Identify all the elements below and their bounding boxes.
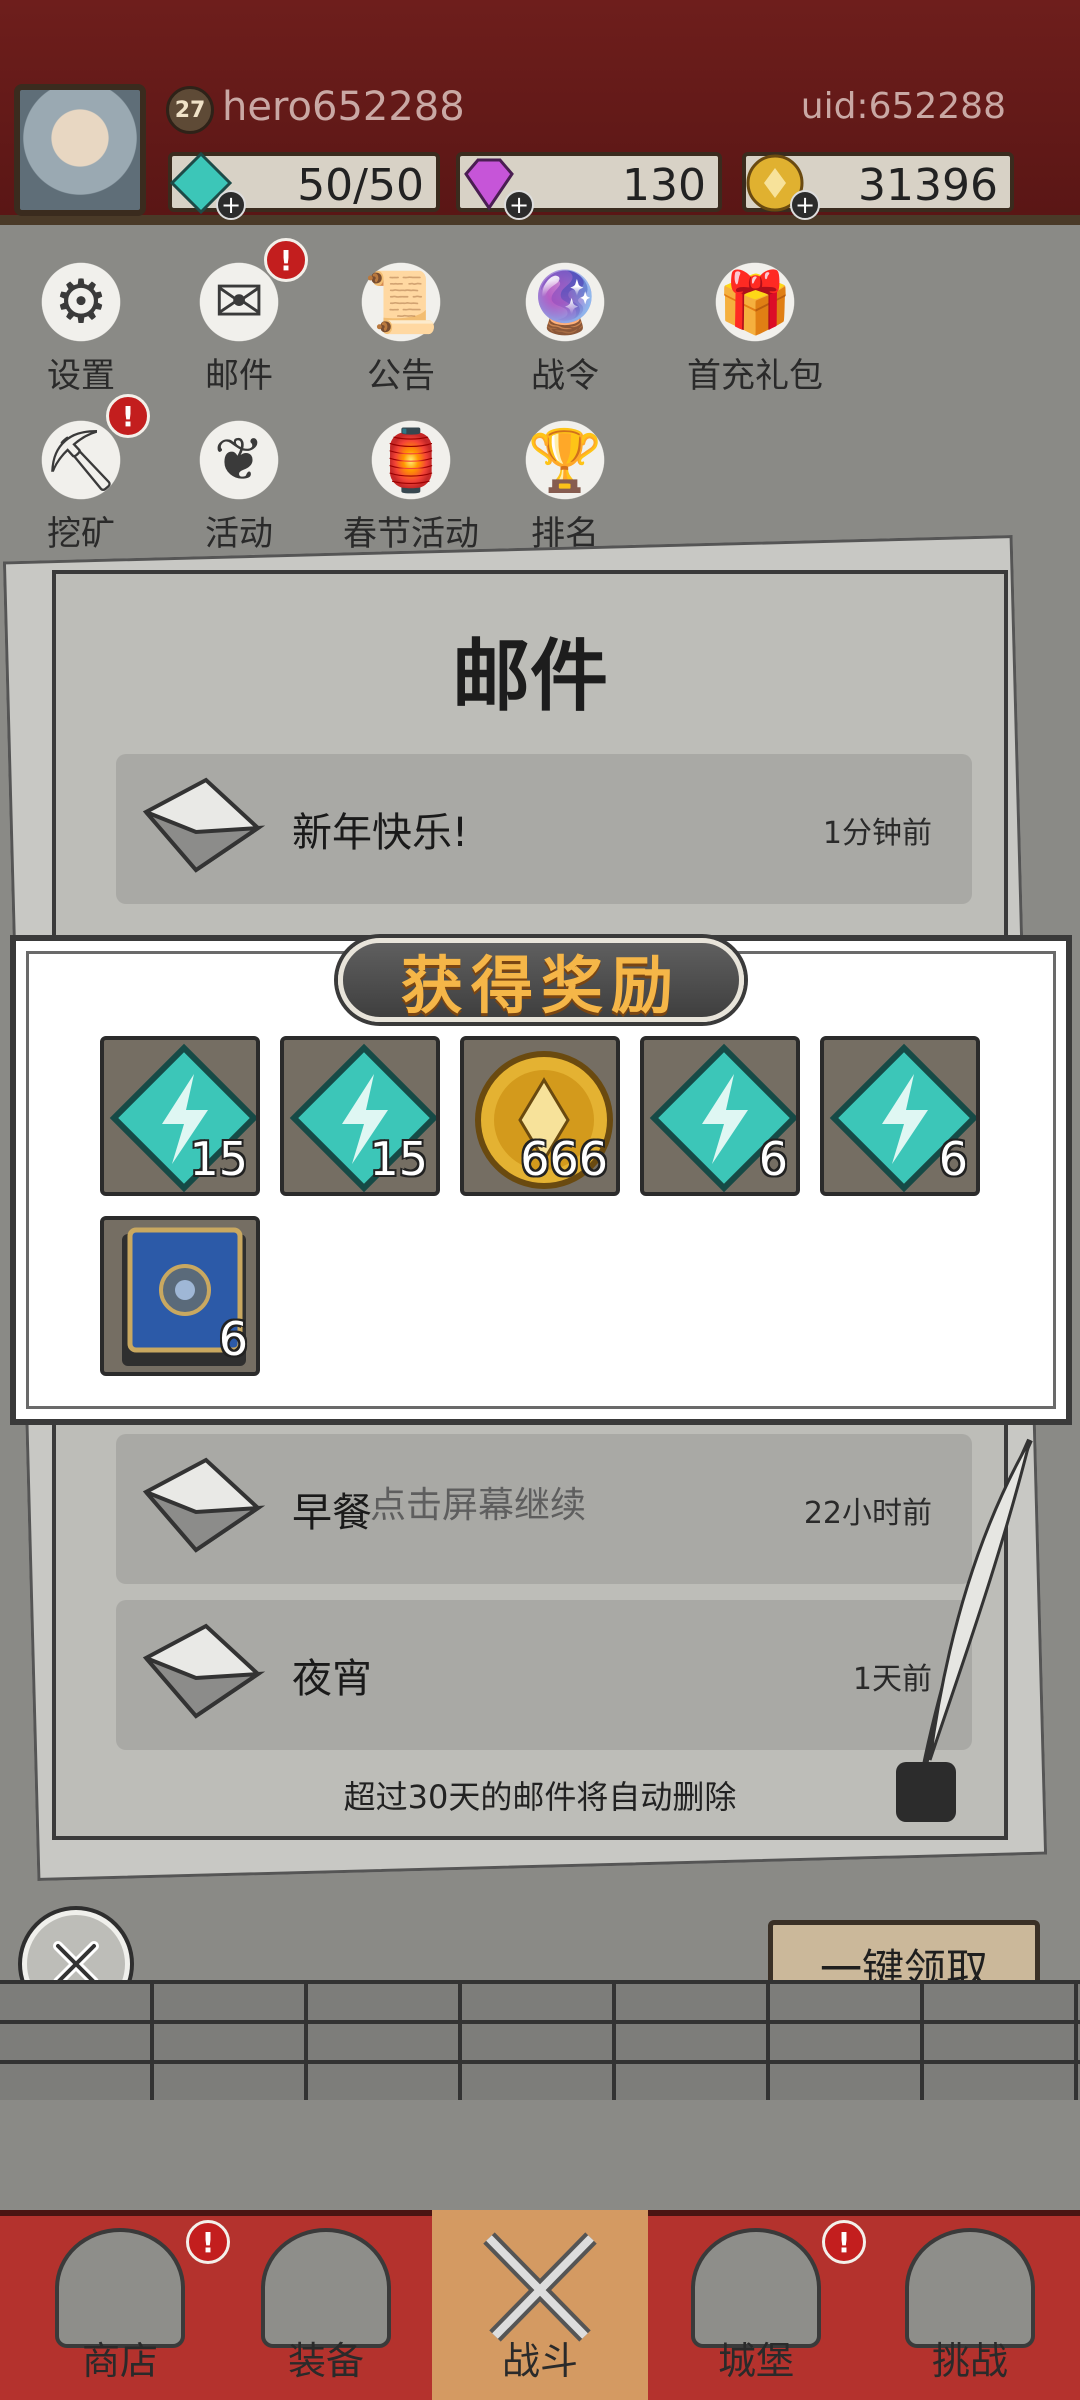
- menu-mining[interactable]: ⛏ 挖矿 !: [6, 394, 156, 554]
- tab-shop[interactable]: 商店 !: [30, 2220, 230, 2398]
- reward-item[interactable]: 6: [640, 1036, 800, 1196]
- reward-quantity: 15: [369, 1132, 428, 1186]
- reward-quantity: 15: [189, 1132, 248, 1186]
- mail-list-item[interactable]: 夜宵 1天前: [116, 1600, 972, 1750]
- reward-title-banner: 获得奖励: [338, 938, 744, 1022]
- mail-list-item[interactable]: 新年快乐! 1分钟前: [116, 754, 972, 904]
- gear-icon: ⚙: [31, 252, 131, 352]
- top-header: 27 hero652288 uid:652288 + 50/50 + 130 +…: [0, 0, 1080, 225]
- menu-label: 活动: [205, 514, 273, 554]
- menu-first-recharge[interactable]: 🎁 首充礼包: [660, 252, 850, 396]
- laurel-icon: ❦: [189, 410, 289, 510]
- add-energy-button[interactable]: +: [216, 190, 246, 220]
- diamond-value: 130: [622, 160, 706, 211]
- tab-label: 挑战: [931, 2339, 1008, 2383]
- energy-value: 50/50: [297, 160, 424, 211]
- lantern-icon: 🏮: [361, 410, 461, 510]
- alert-badge: !: [106, 394, 150, 438]
- tab-label: 城堡: [717, 2339, 794, 2383]
- envelope-icon: [136, 772, 266, 882]
- add-diamond-button[interactable]: +: [504, 190, 534, 220]
- envelope-icon: [136, 1618, 266, 1728]
- gold-value: 31396: [858, 160, 998, 211]
- tab-challenge[interactable]: 挑战: [880, 2228, 1060, 2398]
- menu-label: 设置: [47, 356, 115, 396]
- tab-battle[interactable]: 战斗: [450, 2228, 630, 2398]
- menu-label: 邮件: [205, 356, 273, 396]
- alert-badge: !: [822, 2220, 866, 2264]
- level-badge: 27: [166, 86, 214, 134]
- quill-icon: [890, 1430, 1040, 1844]
- menu-events[interactable]: ❦ 活动: [164, 410, 314, 554]
- tap-to-continue-hint: 点击屏幕继续: [370, 1485, 587, 1526]
- alert-badge: !: [264, 238, 308, 282]
- tab-label: 商店: [81, 2339, 158, 2383]
- reward-quantity: 6: [938, 1132, 968, 1186]
- player-avatar[interactable]: [14, 84, 146, 216]
- reward-title: 获得奖励: [400, 949, 681, 1022]
- menu-settings[interactable]: ⚙ 设置: [6, 252, 156, 396]
- menu-battle-pass[interactable]: 🔮 战令: [490, 252, 640, 396]
- reward-item[interactable]: 6: [100, 1216, 260, 1376]
- ranking-icon: 🏆: [515, 410, 615, 510]
- reward-quantity: 6: [758, 1132, 788, 1186]
- mail-subject: 新年快乐!: [292, 810, 469, 856]
- tab-label: 装备: [287, 2339, 364, 2383]
- menu-label: 战令: [531, 356, 599, 396]
- energy-resource[interactable]: + 50/50: [168, 152, 440, 220]
- reward-item[interactable]: 15: [100, 1036, 260, 1196]
- reward-item[interactable]: 15: [280, 1036, 440, 1196]
- diamond-resource[interactable]: + 130: [456, 152, 722, 220]
- scroll-icon: 📜: [351, 252, 451, 352]
- menu-label: 首充礼包: [687, 356, 823, 396]
- alert-badge: !: [186, 2220, 230, 2264]
- player-uid: uid:652288: [800, 86, 1006, 127]
- mail-title: 邮件: [451, 632, 608, 722]
- reward-item[interactable]: 666: [460, 1036, 620, 1196]
- reward-item[interactable]: 6: [820, 1036, 980, 1196]
- brick-wall: [0, 1980, 1080, 2100]
- crystal-ball-icon: 🔮: [515, 252, 615, 352]
- reward-quantity: 666: [520, 1132, 608, 1186]
- reward-quantity: 6: [218, 1312, 248, 1366]
- tab-castle[interactable]: 城堡 !: [666, 2220, 866, 2398]
- gift-bag-icon: 🎁: [705, 252, 805, 352]
- player-name: hero652288: [222, 84, 465, 130]
- menu-mail[interactable]: ✉ 邮件 !: [164, 238, 314, 396]
- menu-announcement[interactable]: 📜 公告: [326, 252, 476, 396]
- mail-time: 1分钟前: [822, 816, 932, 851]
- gold-resource[interactable]: + 31396: [742, 152, 1014, 220]
- menu-ranking[interactable]: 🏆 排名: [490, 410, 640, 554]
- menu-spring-festival[interactable]: 🏮 春节活动: [326, 410, 496, 554]
- mail-subject: 夜宵: [292, 1656, 372, 1702]
- menu-label: 公告: [367, 356, 435, 396]
- tab-equipment[interactable]: 装备: [236, 2228, 416, 2398]
- menu-label: 春节活动: [343, 514, 479, 554]
- add-gold-button[interactable]: +: [790, 190, 820, 220]
- envelope-icon: [136, 1452, 266, 1562]
- mail-subject: 早餐: [292, 1490, 372, 1536]
- menu-label: 挖矿: [47, 514, 115, 554]
